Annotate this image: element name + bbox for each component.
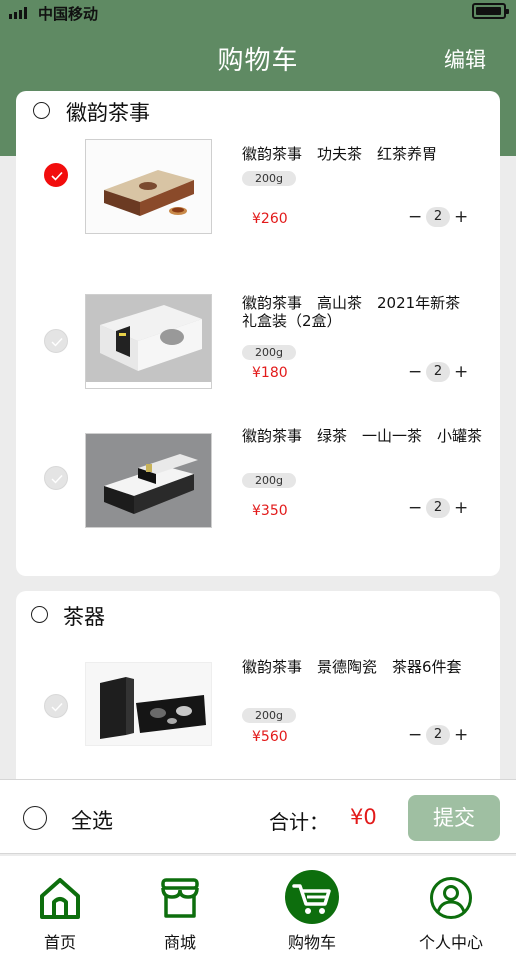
tab-cart[interactable]: 购物车 [270, 856, 354, 960]
select-all-label[interactable]: 全选 [71, 805, 113, 835]
spec-badge[interactable]: 200g [242, 708, 296, 723]
tab-bar: 首页 商城 购物车 个人中心 [0, 856, 516, 960]
tab-label: 购物车 [287, 933, 336, 952]
tea-gift-box-image [86, 295, 211, 382]
item-price: ¥180 [252, 365, 288, 381]
battery-icon [472, 3, 509, 19]
spec-badge[interactable]: 200g [242, 473, 296, 488]
checkout-bar: 全选 合计： ¥0 提交 [0, 779, 516, 854]
shop-header: 徽韵茶事 [16, 91, 500, 131]
cart-icon [285, 870, 339, 924]
quantity-stepper: − 2 + [408, 498, 468, 518]
product-thumbnail[interactable] [85, 433, 212, 528]
user-icon [430, 877, 472, 919]
increase-button[interactable]: + [454, 207, 468, 227]
carrier-name: 中国移动 [38, 5, 99, 23]
quantity-value[interactable]: 2 [426, 725, 450, 745]
cart-item: 徽韵茶事 高山茶 2021年新茶 礼盒装（2盒） 200g ¥180 − 2 + [16, 294, 500, 390]
shop-header: 茶器 [16, 591, 500, 631]
cart-item: 徽韵茶事 绿茶 一山一茶 小罐茶 200g ¥350 − 2 + [16, 427, 500, 529]
check-icon [51, 703, 63, 712]
product-thumbnail[interactable] [85, 294, 212, 389]
store-icon [161, 878, 199, 918]
tea-canister-box-image [86, 434, 211, 527]
increase-button[interactable]: + [454, 362, 468, 382]
item-price: ¥560 [252, 729, 288, 745]
item-price: ¥350 [252, 503, 288, 519]
quantity-value[interactable]: 2 [426, 207, 450, 227]
item-name: 徽韵茶事 绿茶 一山一茶 小罐茶 [242, 427, 483, 445]
total-value: ¥0 [350, 805, 377, 829]
tab-label: 首页 [43, 933, 76, 952]
total-label: 合计： [269, 810, 329, 834]
increase-button[interactable]: + [454, 498, 468, 518]
submit-button[interactable]: 提交 [408, 795, 500, 841]
item-name: 徽韵茶事 高山茶 2021年新茶 礼盒装（2盒） [242, 294, 476, 330]
decrease-button[interactable]: − [408, 725, 422, 745]
tab-label: 商城 [163, 933, 196, 952]
tab-label: 个人中心 [418, 933, 483, 952]
product-thumbnail[interactable] [85, 139, 212, 234]
check-icon [51, 171, 63, 181]
shop-name: 茶器 [63, 605, 105, 629]
tea-set-box-image [86, 663, 211, 745]
item-price: ¥260 [252, 211, 288, 227]
tab-mall[interactable]: 商城 [138, 856, 222, 960]
item-select-checkbox[interactable] [44, 466, 68, 490]
product-thumbnail[interactable] [85, 662, 212, 746]
shop-card: 徽韵茶事 徽韵茶事 功夫茶 红茶养胃 200g ¥260 − 2 + 徽韵茶事 … [16, 91, 500, 576]
check-icon [51, 475, 63, 484]
cart-item: 徽韵茶事 景德陶瓷 茶器6件套 200g ¥560 − 2 + [16, 658, 500, 758]
home-icon [40, 878, 80, 919]
quantity-stepper: − 2 + [408, 362, 468, 382]
select-all-radio[interactable] [23, 806, 47, 830]
shop-card: 茶器 徽韵茶事 景德陶瓷 茶器6件套 200g ¥560 − 2 + [16, 591, 500, 791]
quantity-stepper: − 2 + [408, 725, 468, 745]
check-icon [51, 338, 63, 347]
shop-name: 徽韵茶事 [66, 101, 150, 125]
quantity-value[interactable]: 2 [426, 362, 450, 382]
page-title: 购物车 [217, 46, 299, 76]
item-name: 徽韵茶事 景德陶瓷 茶器6件套 [242, 658, 462, 676]
spec-badge[interactable]: 200g [242, 345, 296, 360]
shop-select-radio[interactable] [31, 606, 48, 623]
item-select-checkbox[interactable] [44, 163, 68, 187]
cart-screen: 中国移动 购物车 编辑 徽韵茶事 徽韵茶事 功夫茶 红茶养胃 200g ¥260… [0, 0, 516, 960]
quantity-value[interactable]: 2 [426, 498, 450, 518]
increase-button[interactable]: + [454, 725, 468, 745]
signal-icon [9, 7, 27, 19]
status-bar: 中国移动 [0, 0, 516, 26]
tab-profile[interactable]: 个人中心 [408, 856, 494, 960]
decrease-button[interactable]: − [408, 498, 422, 518]
cart-item: 徽韵茶事 功夫茶 红茶养胃 200g ¥260 − 2 + [16, 139, 500, 235]
shop-select-radio[interactable] [33, 102, 50, 119]
spec-badge[interactable]: 200g [242, 171, 296, 186]
quantity-stepper: − 2 + [408, 207, 468, 227]
item-select-checkbox[interactable] [44, 329, 68, 353]
tea-gift-box-image [86, 140, 211, 233]
decrease-button[interactable]: − [408, 207, 422, 227]
item-select-checkbox[interactable] [44, 694, 68, 718]
edit-button[interactable]: 编辑 [444, 44, 486, 74]
tab-home[interactable]: 首页 [18, 856, 102, 960]
item-name: 徽韵茶事 功夫茶 红茶养胃 [242, 145, 438, 163]
decrease-button[interactable]: − [408, 362, 422, 382]
